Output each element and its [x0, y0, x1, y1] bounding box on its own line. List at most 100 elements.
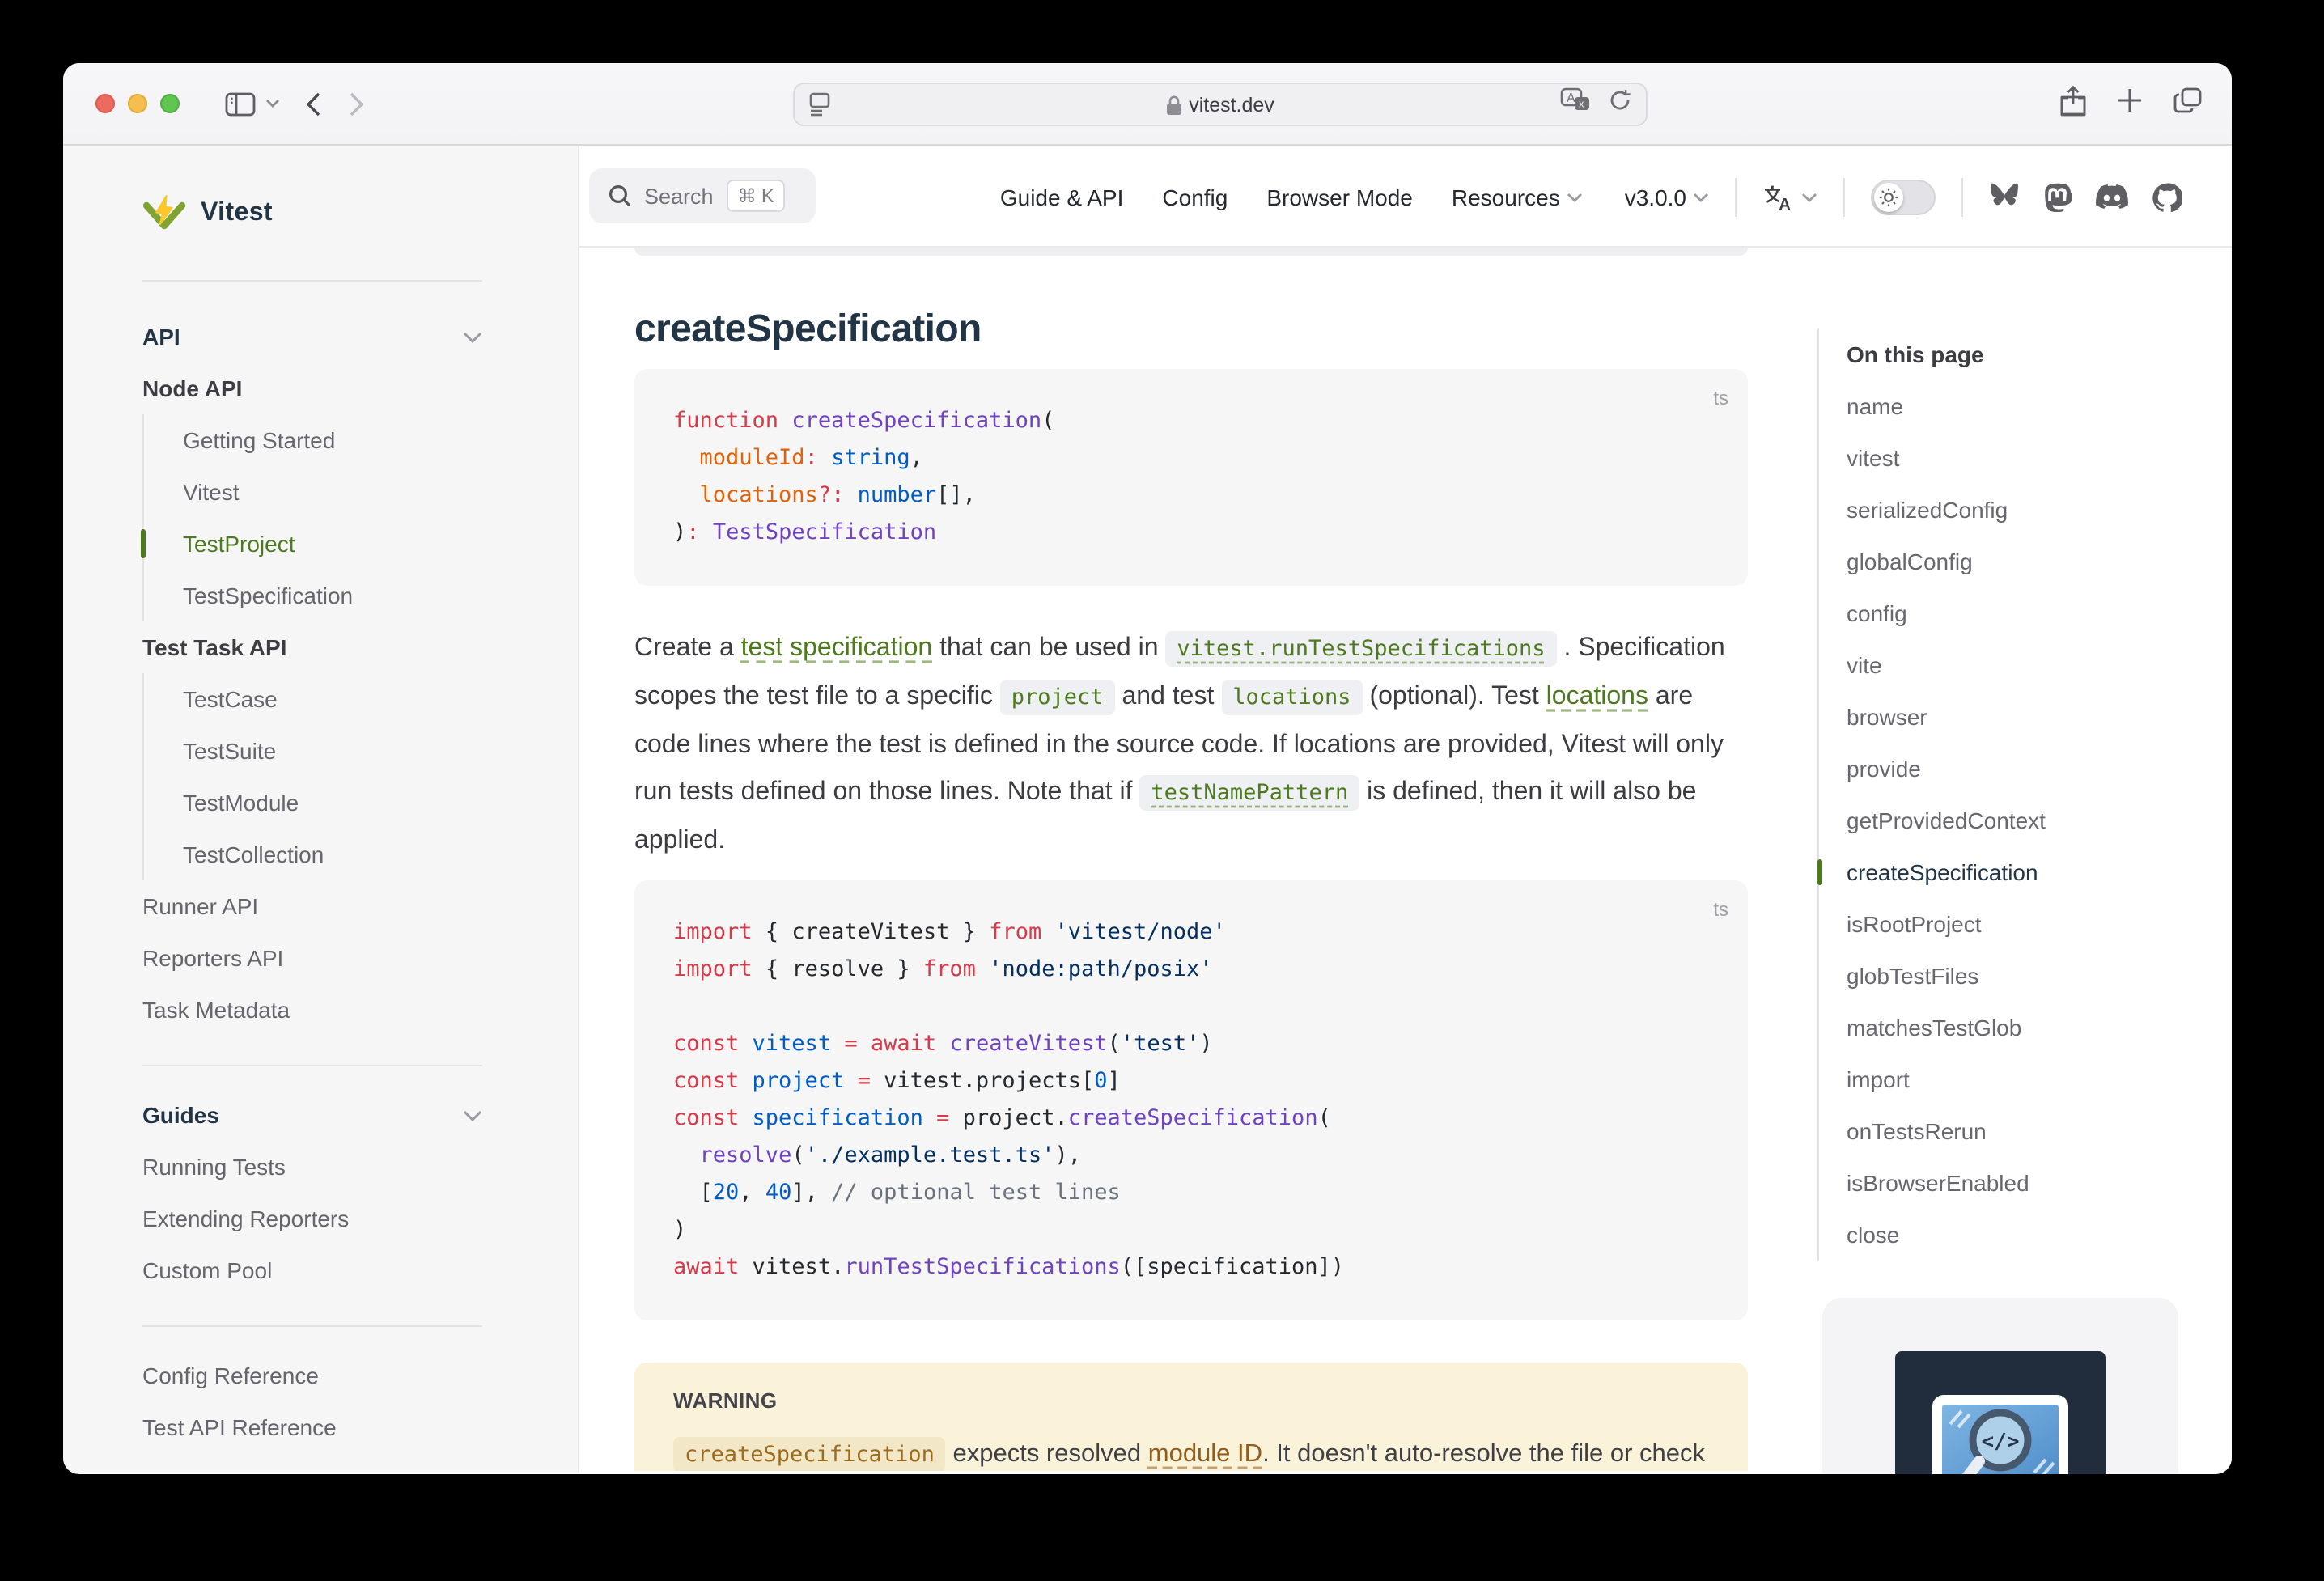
github-icon[interactable]: [2152, 182, 2182, 211]
forward-icon[interactable]: [350, 91, 364, 116]
sidebar-item-testcollection[interactable]: TestCollection: [183, 829, 482, 880]
toc-item-provide[interactable]: provide: [1847, 743, 2214, 795]
discord-icon[interactable]: [2096, 184, 2128, 209]
code-line: import { createVitest } from 'vitest/nod…: [673, 914, 1709, 952]
sidebar-item-task-metadata[interactable]: Task Metadata: [142, 984, 482, 1036]
search-button[interactable]: Search ⌘ K: [589, 168, 816, 223]
back-icon[interactable]: [306, 91, 320, 116]
close-button[interactable]: [95, 94, 115, 113]
text-link[interactable]: locations: [1546, 683, 1648, 710]
translate-icon[interactable]: A: [1762, 182, 1817, 211]
sidebar-item-config-reference[interactable]: Config Reference: [142, 1350, 482, 1401]
toc-item-name[interactable]: name: [1847, 380, 2214, 432]
toc-item-createspecification[interactable]: createSpecification: [1847, 846, 2214, 898]
toc-item-globtestfiles[interactable]: globTestFiles: [1847, 950, 2214, 1002]
screen: vitest.dev Ax: [0, 0, 2324, 1581]
code-line: ): [673, 1212, 1709, 1249]
svg-text:A: A: [1567, 91, 1575, 105]
browser-window: vitest.dev Ax: [63, 63, 2232, 1474]
toc-item-vite[interactable]: vite: [1847, 639, 2214, 691]
code-line: import { resolve } from 'node:path/posix…: [673, 952, 1709, 989]
sidebar-item-vitest[interactable]: Vitest: [183, 466, 482, 518]
warning-title: WARNING: [673, 1388, 1709, 1413]
search-label: Search: [644, 184, 714, 208]
toc-item-config[interactable]: config: [1847, 587, 2214, 639]
toc-item-matchestestglob[interactable]: matchesTestGlob: [1847, 1002, 2214, 1053]
sidebar-section-title-guides[interactable]: Guides: [142, 1089, 482, 1141]
code-lang-badge: ts: [1713, 380, 1728, 418]
minimize-button[interactable]: [128, 94, 147, 113]
inline-code-link[interactable]: testNamePattern: [1139, 775, 1359, 811]
sidebar-item-test-task-api[interactable]: Test Task API: [142, 621, 482, 673]
chevron-down-icon[interactable]: [265, 99, 280, 108]
text: and test: [1115, 683, 1222, 710]
text-link[interactable]: module ID: [1148, 1440, 1262, 1468]
bluesky-icon[interactable]: [1989, 183, 2020, 210]
on-this-page: On this page namevitestserializedConfigg…: [1817, 328, 2214, 1261]
translate-badge-icon[interactable]: Ax: [1560, 87, 1592, 121]
sidebar-item-runner-api[interactable]: Runner API: [142, 880, 482, 932]
toc-item-ontestsrerun[interactable]: onTestsRerun: [1847, 1105, 2214, 1157]
text-link[interactable]: test specification: [741, 634, 933, 662]
sidebar-item-testmodule[interactable]: TestModule: [183, 777, 482, 829]
toc-item-serializedconfig[interactable]: serializedConfig: [1847, 484, 2214, 536]
sidebar-item-reporters-api[interactable]: Reporters API: [142, 932, 482, 984]
toc-item-vitest[interactable]: vitest: [1847, 432, 2214, 484]
code-line: await vitest.runTestSpecifications([spec…: [673, 1249, 1709, 1286]
sidebar-subgroup: TestCaseTestSuiteTestModuleTestCollectio…: [142, 673, 482, 880]
nav-link-label: Guide & API: [1000, 184, 1124, 210]
new-tab-icon[interactable]: [2117, 87, 2143, 121]
divider: [1961, 177, 1963, 216]
toc-item-globalconfig[interactable]: globalConfig: [1847, 536, 2214, 587]
sidebar-item-node-api[interactable]: Node API: [142, 362, 482, 414]
share-icon[interactable]: [2060, 85, 2086, 124]
nav-link-label: Browser Mode: [1266, 184, 1413, 210]
version-menu[interactable]: v3.0.0: [1625, 184, 1709, 210]
nav-link-guide-api[interactable]: Guide & API: [1000, 184, 1124, 210]
carbon-ad[interactable]: </>: [1822, 1298, 2178, 1474]
nav-link-resources[interactable]: Resources: [1452, 184, 1583, 210]
sidebar-item-custom-pool[interactable]: Custom Pool: [142, 1244, 482, 1296]
sidebar-section-title-api[interactable]: API: [142, 311, 482, 362]
text: that can be used in: [932, 634, 1165, 662]
code-line: [20, 40], // optional test lines: [673, 1175, 1709, 1212]
toc-item-getprovidedcontext[interactable]: getProvidedContext: [1847, 795, 2214, 846]
text: (optional). Test: [1363, 683, 1546, 710]
nav-link-config[interactable]: Config: [1162, 184, 1228, 210]
sidebar-item-testcase[interactable]: TestCase: [183, 673, 482, 725]
sidebar-toggle-icon[interactable]: [225, 91, 256, 116]
mastodon-icon[interactable]: [2044, 182, 2072, 211]
code-line: locations?: number[],: [673, 477, 1709, 515]
zoom-button[interactable]: [160, 94, 180, 113]
sidebar-item-testspecification[interactable]: TestSpecification: [183, 570, 482, 621]
sidebar-item-getting-started[interactable]: Getting Started: [183, 414, 482, 466]
tab-overview-icon[interactable]: [2173, 87, 2203, 121]
toc-item-browser[interactable]: browser: [1847, 691, 2214, 743]
sidebar-item-running-tests[interactable]: Running Tests: [142, 1141, 482, 1193]
toc-item-close[interactable]: close: [1847, 1209, 2214, 1261]
nav-link-browser-mode[interactable]: Browser Mode: [1266, 184, 1413, 210]
site-logo[interactable]: Vitest: [142, 146, 482, 282]
reader-icon[interactable]: [809, 92, 830, 117]
toc-item-import[interactable]: import: [1847, 1053, 2214, 1105]
sidebar-item-extending-reporters[interactable]: Extending Reporters: [142, 1193, 482, 1244]
nav-link-label: Config: [1162, 184, 1228, 210]
inline-code-link[interactable]: vitest.runTestSpecifications: [1165, 631, 1556, 667]
address-bar[interactable]: vitest.dev Ax: [793, 83, 1648, 126]
sidebar-item-test-api-reference[interactable]: Test API Reference: [142, 1401, 482, 1453]
toc-item-isrootproject[interactable]: isRootProject: [1847, 898, 2214, 950]
svg-text:A: A: [1779, 195, 1790, 211]
warning-callout: WARNING createSpecification expects reso…: [634, 1363, 1748, 1471]
sidebar-section: APINode APIGetting StartedVitestTestProj…: [142, 311, 482, 1036]
inline-code: createSpecification: [673, 1437, 946, 1471]
theme-toggle[interactable]: [1871, 179, 1936, 214]
code-line: const vitest = await createVitest('test'…: [673, 1026, 1709, 1063]
sidebar-item-testproject[interactable]: TestProject: [183, 518, 482, 570]
ad-image: </>: [1895, 1351, 2106, 1474]
toc-item-isbrowserenabled[interactable]: isBrowserEnabled: [1847, 1157, 2214, 1209]
sidebar-item-testsuite[interactable]: TestSuite: [183, 725, 482, 777]
sidebar-section-label: Guides: [142, 1102, 219, 1128]
reload-icon[interactable]: [1609, 89, 1631, 120]
main-area: Search ⌘ K Guide & API Config Browser Mode…: [579, 146, 2232, 1473]
code-line: ): TestSpecification: [673, 515, 1709, 552]
